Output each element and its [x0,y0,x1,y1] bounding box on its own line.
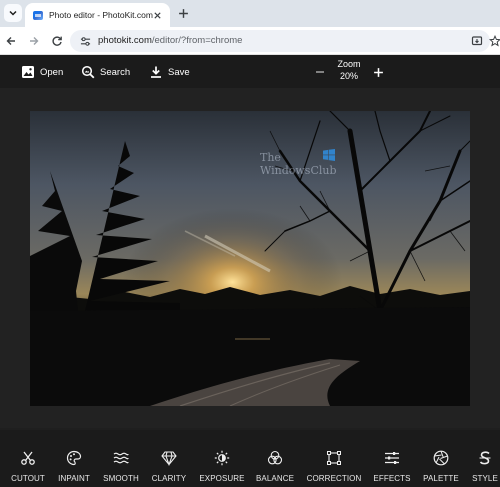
windows-logo-icon [323,149,335,161]
image-search-icon [81,65,95,79]
image-icon [22,66,34,78]
tools-bar: CUTOUT INPAINT SMOOTH CLARITY EXPOSURE B… [0,430,500,487]
tool-label: SMOOTH [103,474,139,483]
tool-label: CUTOUT [11,474,45,483]
scissors-icon [19,449,37,467]
tool-inpaint[interactable]: INPAINT [47,449,101,483]
palette-brush-icon [65,449,83,467]
tool-label: CLARITY [151,474,187,483]
photo-canvas[interactable]: The WindowsClub [30,111,470,406]
star-icon [489,35,500,47]
back-button[interactable] [3,33,19,49]
tool-label: BALANCE [255,474,295,483]
sliders-icon [383,449,401,467]
tool-label: EFFECTS [373,474,411,483]
browser-window: Photo editor - PhotoKit.com photokit.com… [0,0,500,487]
navigation-bar: photokit.com/editor/?from=chrome [0,27,500,55]
tool-balance[interactable]: BALANCE [248,449,302,483]
forward-button[interactable] [26,33,42,49]
crop-square-icon [325,449,343,467]
close-icon [153,11,161,19]
tool-effects[interactable]: EFFECTS [365,449,419,483]
zoom-out-button[interactable] [313,65,327,79]
arrow-left-icon [6,37,15,45]
tab-search-button[interactable] [4,4,22,22]
url-path: /editor/?from=chrome [151,35,243,46]
color-circles-icon [266,449,284,467]
aperture-icon [432,449,450,467]
search-label: Search [100,66,131,78]
watermark-line-2: WindowsClub [260,164,337,177]
tool-label: CORRECTION [306,474,362,483]
url-host: photokit.com [98,35,152,46]
tool-smooth[interactable]: SMOOTH [94,449,148,483]
zoom-label: Zoom [337,59,361,69]
tune-icon [80,36,90,46]
tab-title: Photo editor - PhotoKit.com [49,10,153,20]
open-in-app-button[interactable] [470,34,484,48]
tool-exposure[interactable]: EXPOSURE [195,449,249,483]
url-text: photokit.com/editor/?from=chrome [98,35,242,46]
address-bar[interactable]: photokit.com/editor/?from=chrome [70,30,500,52]
download-icon [151,66,161,78]
save-label: Save [168,66,190,78]
tool-style[interactable]: STYLE [458,449,500,483]
site-info-button[interactable] [79,35,91,47]
plus-icon [178,8,188,18]
reload-icon [52,36,62,46]
plus-icon [373,67,383,77]
style-s-icon [476,449,494,467]
photokit-favicon-icon [33,10,43,20]
arrow-right-icon [30,37,39,45]
tool-label: PALETTE [423,474,459,483]
waves-icon [112,449,130,467]
reload-button[interactable] [49,33,65,49]
zoom-in-button[interactable] [371,65,385,79]
browser-tab[interactable]: Photo editor - PhotoKit.com [25,3,170,27]
open-label: Open [40,66,64,78]
new-tab-button[interactable] [175,5,191,21]
tool-correction[interactable]: CORRECTION [307,449,361,483]
sunset-photo [30,111,470,406]
diamond-icon [160,449,178,467]
install-app-icon [471,36,483,46]
search-button[interactable]: Search [81,64,130,80]
tool-label: STYLE [472,474,498,483]
bookmark-button[interactable] [488,34,500,48]
minus-icon [316,71,324,73]
tab-strip: Photo editor - PhotoKit.com [0,0,500,27]
tool-clarity[interactable]: CLARITY [142,449,196,483]
tool-label: EXPOSURE [199,474,245,483]
save-button[interactable]: Save [149,64,190,80]
zoom-indicator: Zoom 20% [326,59,372,82]
editor-toolbar: Open Search Save Zoom 20% [0,55,500,88]
zoom-value: 20% [339,71,358,81]
sun-icon [213,449,231,467]
tool-label: INPAINT [58,474,90,483]
open-button[interactable]: Open [21,64,63,80]
chevron-down-icon [9,10,17,16]
close-tab-button[interactable] [150,8,164,22]
